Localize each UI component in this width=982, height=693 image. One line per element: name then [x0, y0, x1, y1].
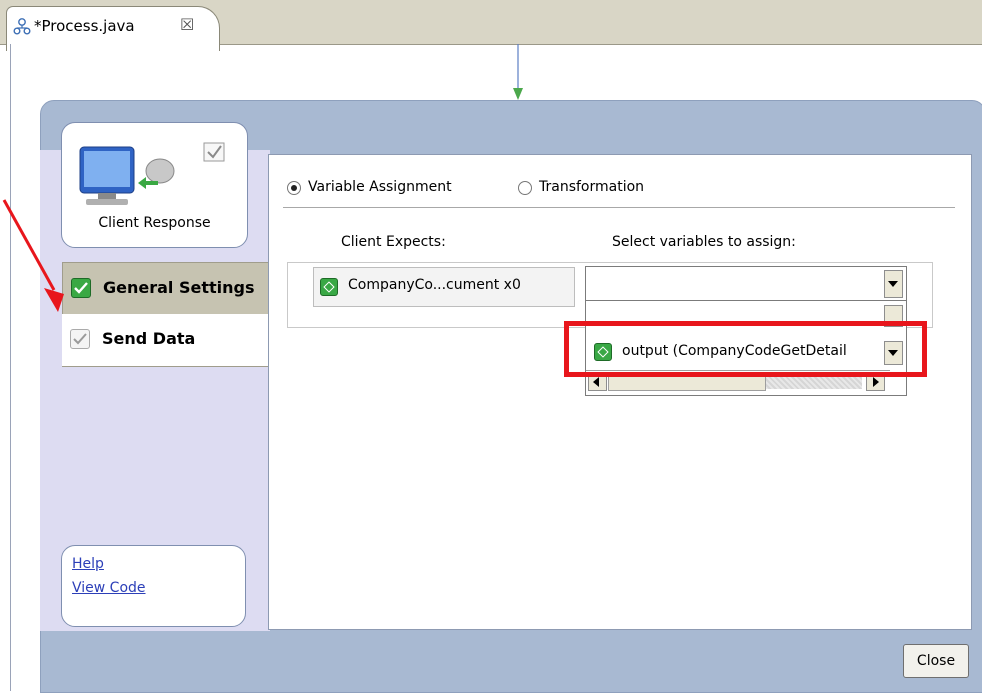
checked-icon	[70, 329, 90, 349]
client-expects-header: Client Expects:	[341, 234, 446, 250]
variable-select-combo[interactable]	[585, 266, 907, 302]
nav-label: General Settings	[103, 278, 255, 297]
help-link[interactable]: Help	[72, 556, 104, 572]
nav-label: Send Data	[102, 329, 196, 348]
process-icon	[13, 18, 31, 35]
view-code-link[interactable]: View Code	[72, 580, 146, 596]
element-icon	[320, 278, 338, 296]
tab-title: *Process.java	[34, 17, 135, 35]
flow-connector-arrow	[513, 44, 523, 100]
chevron-right-icon	[873, 377, 879, 387]
combo-dropdown-button[interactable]	[884, 270, 903, 298]
divider	[283, 207, 955, 208]
variable-assignment-label: Variable Assignment	[308, 179, 452, 195]
editor-tab-process-java[interactable]: *Process.java ☒	[6, 6, 220, 51]
chevron-left-icon	[593, 377, 599, 387]
client-expects-value: CompanyCo...cument x0	[348, 277, 521, 293]
client-expects-item: CompanyCo...cument x0	[313, 267, 575, 307]
select-variables-header: Select variables to assign:	[612, 234, 796, 250]
client-response-icon	[79, 142, 225, 205]
close-button[interactable]: Close	[903, 644, 969, 678]
red-arrow-annotation	[2, 199, 64, 312]
variable-assignment-radio[interactable]	[287, 181, 301, 195]
close-tab-icon[interactable]: ☒	[180, 15, 194, 34]
transformation-radio[interactable]	[518, 181, 532, 195]
editor-border	[10, 44, 11, 691]
transformation-label: Transformation	[539, 179, 645, 195]
highlight-box	[564, 321, 927, 377]
chevron-down-icon	[888, 281, 898, 287]
help-links-box: Help View Code	[61, 545, 246, 627]
